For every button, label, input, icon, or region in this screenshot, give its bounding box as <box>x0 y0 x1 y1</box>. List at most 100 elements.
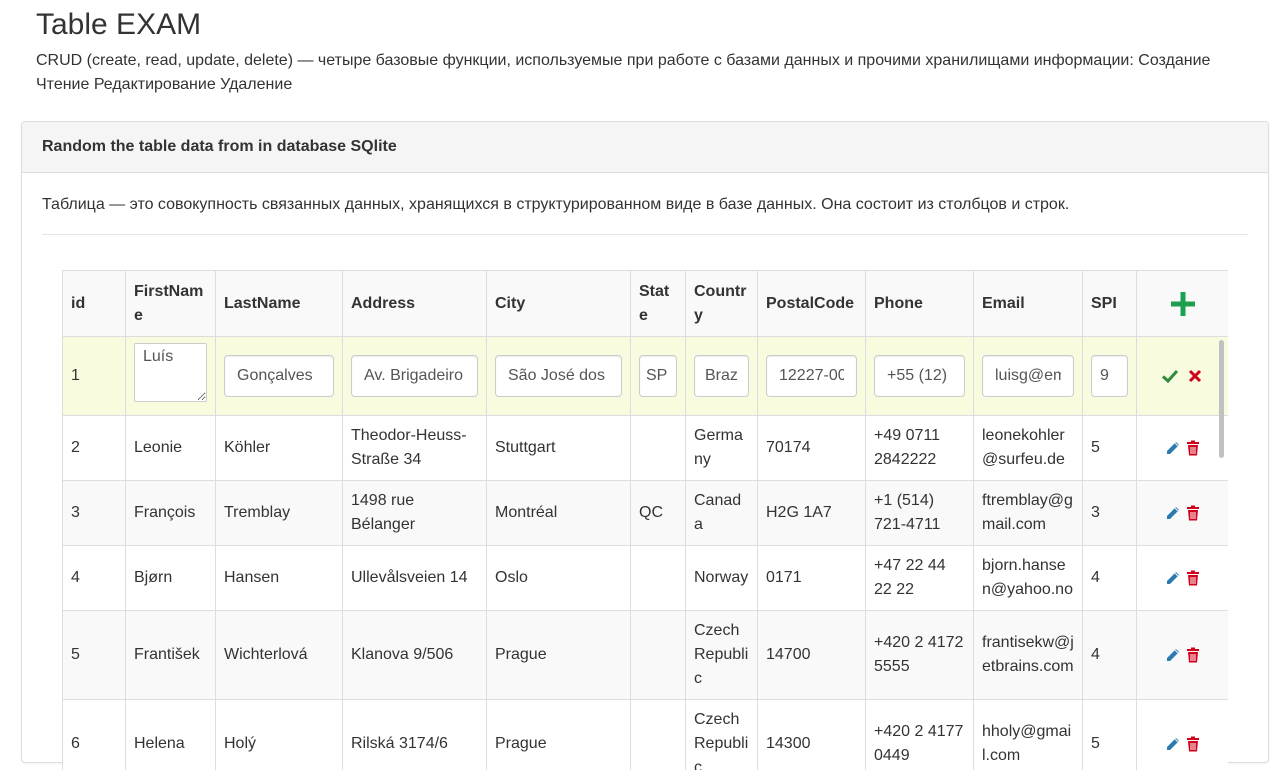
pencil-icon[interactable] <box>1163 645 1183 665</box>
table-row: 2LeonieKöhlerTheodor-Heuss-Straße 34Stut… <box>63 416 1229 481</box>
cell-email: bjorn.hansen@yahoo.no <box>974 546 1083 611</box>
page-description: CRUD (create, read, update, delete) — че… <box>36 49 1236 97</box>
cell-country <box>686 337 758 416</box>
trash-icon[interactable] <box>1183 503 1203 523</box>
cell-phone: +1 (514) 721-4711 <box>866 481 974 546</box>
table-row: 5FrantišekWichterlováKlanova 9/506Prague… <box>63 611 1229 700</box>
check-icon[interactable] <box>1160 366 1180 386</box>
header-spi: SPI <box>1083 271 1137 337</box>
cell-city <box>487 337 631 416</box>
cell-id: 5 <box>63 611 126 700</box>
cell-spi: 3 <box>1083 481 1137 546</box>
close-icon[interactable] <box>1185 366 1205 386</box>
cell-address: Ullevålsveien 14 <box>343 546 487 611</box>
cell-state <box>631 611 686 700</box>
cell-firstname: François <box>126 481 216 546</box>
cell-postalcode: H2G 1A7 <box>758 481 866 546</box>
cell-address <box>343 337 487 416</box>
cell-actions <box>1137 337 1229 416</box>
country-input[interactable] <box>694 355 749 397</box>
cell-country: Norway <box>686 546 758 611</box>
cell-spi <box>1083 337 1137 416</box>
cell-actions <box>1137 416 1229 481</box>
cell-state <box>631 546 686 611</box>
panel-text: Таблица — это совокупность связанных дан… <box>42 194 1069 216</box>
phone-input[interactable] <box>874 355 965 397</box>
table-row: 3FrançoisTremblay1498 rue BélangerMontré… <box>63 481 1229 546</box>
pencil-icon[interactable] <box>1163 503 1183 523</box>
firstname-textarea[interactable]: Luís <box>134 343 207 402</box>
pencil-icon[interactable] <box>1163 438 1183 458</box>
cell-email: frantisekw@jetbrains.com <box>974 611 1083 700</box>
data-table: id FirstName LastName Address City State… <box>62 270 1228 770</box>
header-city: City <box>487 271 631 337</box>
email-input[interactable] <box>982 355 1074 397</box>
cell-id: 4 <box>63 546 126 611</box>
cell-firstname: František <box>126 611 216 700</box>
cell-actions <box>1137 611 1229 700</box>
postalcode-input[interactable] <box>766 355 857 397</box>
cell-state <box>631 700 686 770</box>
header-actions <box>1137 271 1229 337</box>
cell-lastname: Hansen <box>216 546 343 611</box>
divider <box>42 234 1248 235</box>
cell-id: 2 <box>63 416 126 481</box>
header-id: id <box>63 271 126 337</box>
table-container: id FirstName LastName Address City State… <box>62 270 1228 770</box>
lastname-input[interactable] <box>224 355 334 397</box>
cell-lastname: Holý <box>216 700 343 770</box>
pencil-icon[interactable] <box>1163 568 1183 588</box>
cell-lastname: Tremblay <box>216 481 343 546</box>
cell-state: QC <box>631 481 686 546</box>
cell-spi: 4 <box>1083 546 1137 611</box>
cell-postalcode <box>758 337 866 416</box>
cell-id: 3 <box>63 481 126 546</box>
cell-lastname <box>216 337 343 416</box>
trash-icon[interactable] <box>1183 438 1203 458</box>
state-input[interactable] <box>639 355 677 397</box>
cell-lastname: Wichterlová <box>216 611 343 700</box>
trash-icon[interactable] <box>1183 645 1203 665</box>
cell-postalcode: 14700 <box>758 611 866 700</box>
cell-firstname: Leonie <box>126 416 216 481</box>
header-firstname: FirstName <box>126 271 216 337</box>
cell-spi: 5 <box>1083 416 1137 481</box>
header-state: State <box>631 271 686 337</box>
cell-email: hholy@gmail.com <box>974 700 1083 770</box>
cell-address: Theodor-Heuss-Straße 34 <box>343 416 487 481</box>
cell-email: ftremblay@gmail.com <box>974 481 1083 546</box>
table-row: 4BjørnHansenUllevålsveien 14OsloNorway01… <box>63 546 1229 611</box>
table-row-editing: 1 Luís <box>63 337 1229 416</box>
table-panel: Random the table data from in database S… <box>21 121 1269 763</box>
cell-country: Czech Republic <box>686 611 758 700</box>
cell-spi: 4 <box>1083 611 1137 700</box>
cell-firstname: Bjørn <box>126 546 216 611</box>
cell-firstname: Luís <box>126 337 216 416</box>
spi-input[interactable] <box>1091 355 1128 397</box>
cell-city: Oslo <box>487 546 631 611</box>
cell-phone: +49 0711 2842222 <box>866 416 974 481</box>
cell-address: 1498 rue Bélanger <box>343 481 487 546</box>
cell-actions <box>1137 546 1229 611</box>
address-input[interactable] <box>351 355 478 397</box>
cell-phone: +420 2 4172 5555 <box>866 611 974 700</box>
scrollbar[interactable] <box>1219 340 1224 458</box>
cell-postalcode: 70174 <box>758 416 866 481</box>
cell-city: Montréal <box>487 481 631 546</box>
header-lastname: LastName <box>216 271 343 337</box>
table-header-row: id FirstName LastName Address City State… <box>63 271 1229 337</box>
pencil-icon[interactable] <box>1163 734 1183 754</box>
cell-actions <box>1137 481 1229 546</box>
cell-spi: 5 <box>1083 700 1137 770</box>
cell-city: Prague <box>487 611 631 700</box>
cell-country: Canada <box>686 481 758 546</box>
cell-address: Rilská 3174/6 <box>343 700 487 770</box>
cell-state <box>631 337 686 416</box>
trash-icon[interactable] <box>1183 734 1203 754</box>
city-input[interactable] <box>495 355 622 397</box>
plus-icon[interactable] <box>1169 290 1197 318</box>
header-address: Address <box>343 271 487 337</box>
header-country: Country <box>686 271 758 337</box>
trash-icon[interactable] <box>1183 568 1203 588</box>
panel-heading: Random the table data from in database S… <box>22 122 1268 173</box>
